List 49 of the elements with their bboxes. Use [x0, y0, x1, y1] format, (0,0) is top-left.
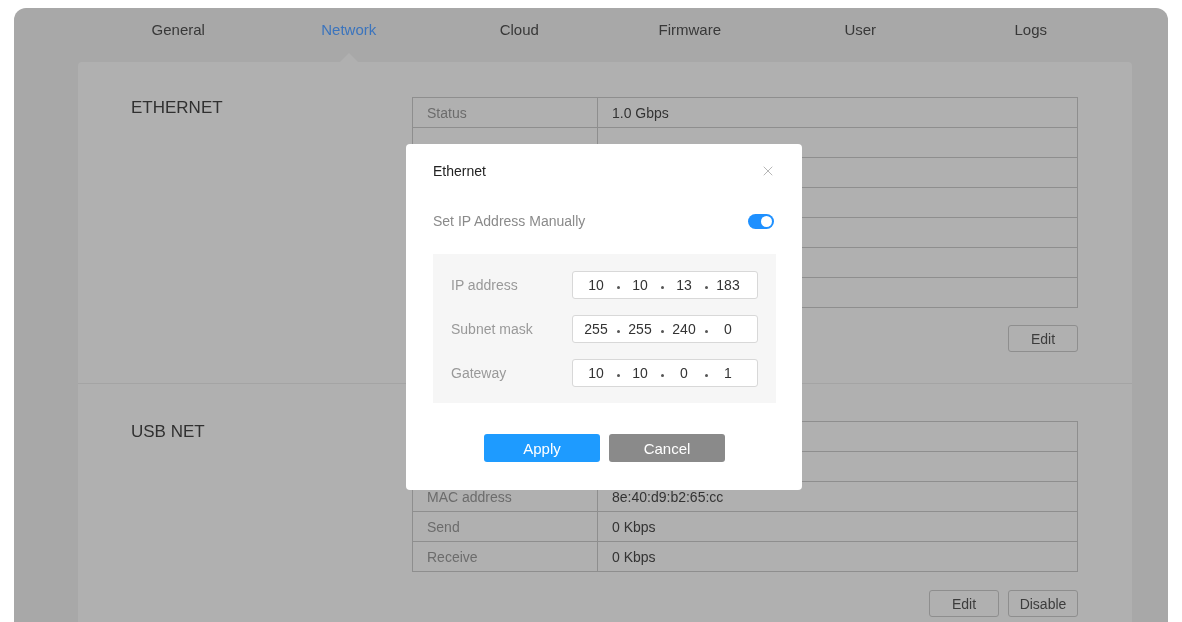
octet-value: 255 — [583, 321, 609, 337]
tab[interactable]: General — [93, 8, 264, 62]
table-cell: 0 Kbps — [597, 542, 1077, 571]
dot-icon — [660, 285, 664, 289]
action-button[interactable]: Edit — [929, 590, 999, 617]
dot-icon — [616, 285, 620, 289]
field-label: Subnet mask — [451, 321, 534, 337]
field-label: IP address — [451, 277, 519, 293]
ip-input-field[interactable]: 255 255 240 0 — [572, 315, 758, 343]
octet-value: 10 — [631, 365, 649, 381]
octet-value: 0 — [679, 365, 689, 381]
octet-value: 0 — [723, 321, 733, 337]
dot-icon — [704, 329, 708, 333]
table-cell-text: Status — [426, 103, 468, 123]
action-button[interactable]: Disable — [1008, 590, 1078, 617]
octet-value: 13 — [675, 277, 693, 293]
section-title: ETHERNET — [131, 98, 223, 117]
dialog-title: Ethernet — [433, 163, 486, 179]
cancel-button[interactable]: Cancel — [609, 434, 725, 462]
table-cell-text: MAC address — [426, 487, 513, 507]
table-cell: 0 Kbps — [597, 512, 1077, 541]
tab[interactable]: User — [775, 8, 946, 62]
octet-value: 10 — [587, 277, 605, 293]
action-button[interactable]: Edit — [1008, 325, 1078, 352]
octet-value: 255 — [627, 321, 653, 337]
ip-input-field[interactable]: 10 10 13 183 — [572, 271, 758, 299]
dot-icon — [660, 329, 664, 333]
apply-button[interactable]: Apply — [484, 434, 600, 462]
toggle-label: Set IP Address Manually — [433, 213, 586, 229]
field-label: Gateway — [451, 365, 508, 381]
tab[interactable]: Firmware — [604, 8, 775, 62]
table-cell-text: Send — [426, 517, 461, 537]
tab[interactable]: Logs — [945, 8, 1116, 62]
toggle-switch[interactable] — [748, 213, 774, 229]
dot-icon — [704, 373, 708, 377]
octet-value: 240 — [671, 321, 697, 337]
octet-value: 10 — [587, 365, 605, 381]
table-cell: 1.0 Gbps — [597, 98, 1077, 127]
octet-value: 1 — [723, 365, 733, 381]
dot-icon — [616, 373, 620, 377]
dot-icon — [616, 329, 620, 333]
table-cell-text: Receive — [426, 547, 479, 567]
dot-icon — [660, 373, 664, 377]
octet-value: 10 — [631, 277, 649, 293]
tab[interactable]: Cloud — [434, 8, 605, 62]
octet-value: 183 — [715, 277, 741, 293]
section-title: USB NET — [131, 422, 205, 441]
ip-input-field[interactable]: 10 10 0 1 — [572, 359, 758, 387]
dot-icon — [704, 285, 708, 289]
